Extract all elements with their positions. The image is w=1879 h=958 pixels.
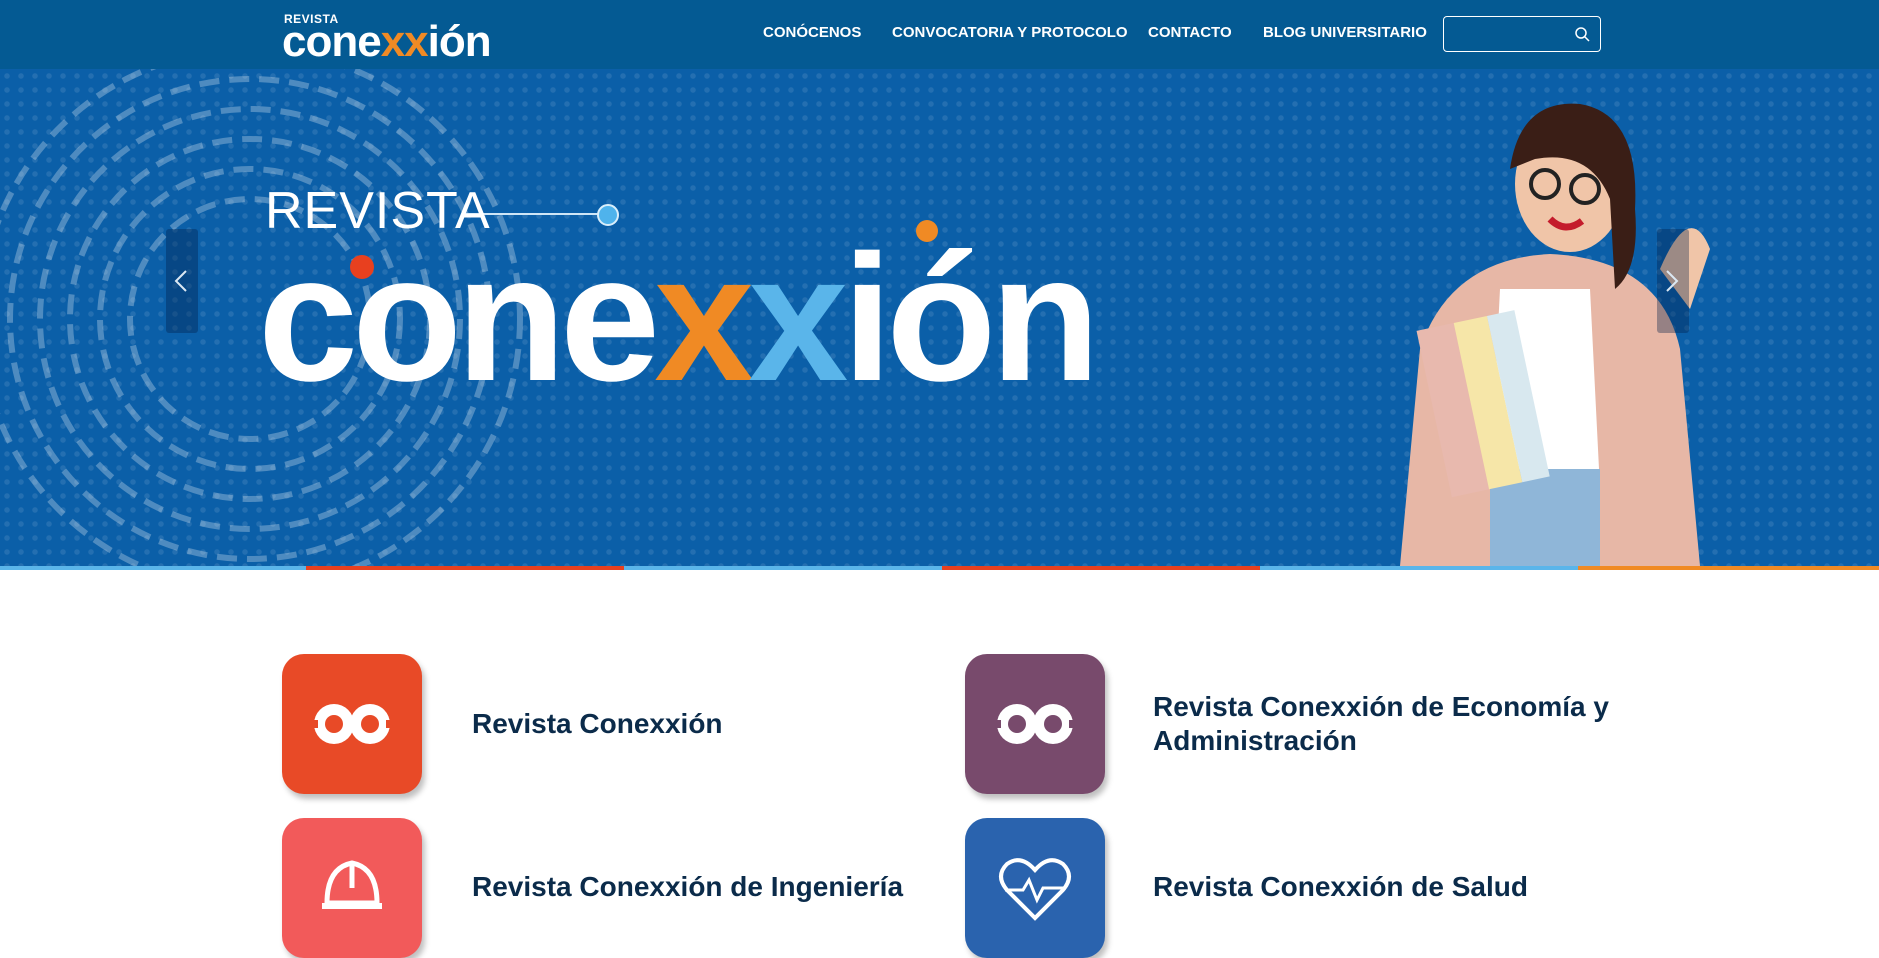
hero-banner: REVISTA conexxión	[0, 69, 1879, 566]
carousel-prev-button[interactable]	[166, 229, 198, 333]
stripe-segment	[1260, 566, 1578, 570]
site-logo[interactable]: REVISTA conexxión	[282, 10, 507, 64]
conexxion-symbol-icon	[310, 704, 394, 744]
journal-tile	[282, 654, 422, 794]
journal-card-economia[interactable]: Revista Conexxión de Economía y Administ…	[965, 654, 1609, 794]
journal-title[interactable]: Revista Conexxión	[472, 707, 723, 741]
stripe-segment	[942, 566, 1260, 570]
stripe-segment	[306, 566, 624, 570]
stripe-segment	[624, 566, 942, 570]
journal-title[interactable]: Revista Conexxión de Ingeniería	[472, 870, 903, 904]
nav-blog[interactable]: BLOG UNIVERSITARIO	[1263, 24, 1427, 41]
journal-card-ingenieria[interactable]: Revista Conexxión de Ingeniería	[282, 818, 922, 958]
conexxion-symbol-icon	[993, 704, 1077, 744]
heart-pulse-icon	[999, 858, 1071, 921]
logo-big-text: conexxión	[282, 17, 492, 66]
nav-contacto[interactable]: CONTACTO	[1148, 24, 1232, 41]
site-header: REVISTA conexxión CONÓCENOS CONVOCATORIA…	[0, 0, 1879, 69]
chevron-right-icon	[1666, 270, 1679, 292]
journal-title[interactable]: Revista Conexxión de Economía y Administ…	[1153, 690, 1613, 758]
search-box[interactable]	[1443, 16, 1601, 52]
journal-title[interactable]: Revista Conexxión de Salud	[1153, 870, 1528, 904]
hard-hat-icon	[322, 860, 382, 909]
journal-tile	[282, 818, 422, 958]
chevron-left-icon	[174, 270, 187, 292]
nav-conocenos[interactable]: CONÓCENOS	[763, 24, 861, 41]
journal-card-conexxion[interactable]: Revista Conexxión	[282, 654, 922, 794]
hero-title-big: conexxión	[258, 218, 1100, 419]
stripe-segment	[1578, 566, 1879, 570]
search-icon[interactable]	[1574, 26, 1590, 42]
journal-card-salud[interactable]: Revista Conexxión de Salud	[965, 818, 1605, 958]
nav-convocatoria[interactable]: CONVOCATORIA Y PROTOCOLO	[892, 24, 1128, 41]
stripe-segment	[0, 566, 306, 570]
search-input[interactable]	[1452, 23, 1571, 47]
journal-tile	[965, 654, 1105, 794]
journal-tile	[965, 818, 1105, 958]
carousel-next-button[interactable]	[1657, 229, 1689, 333]
